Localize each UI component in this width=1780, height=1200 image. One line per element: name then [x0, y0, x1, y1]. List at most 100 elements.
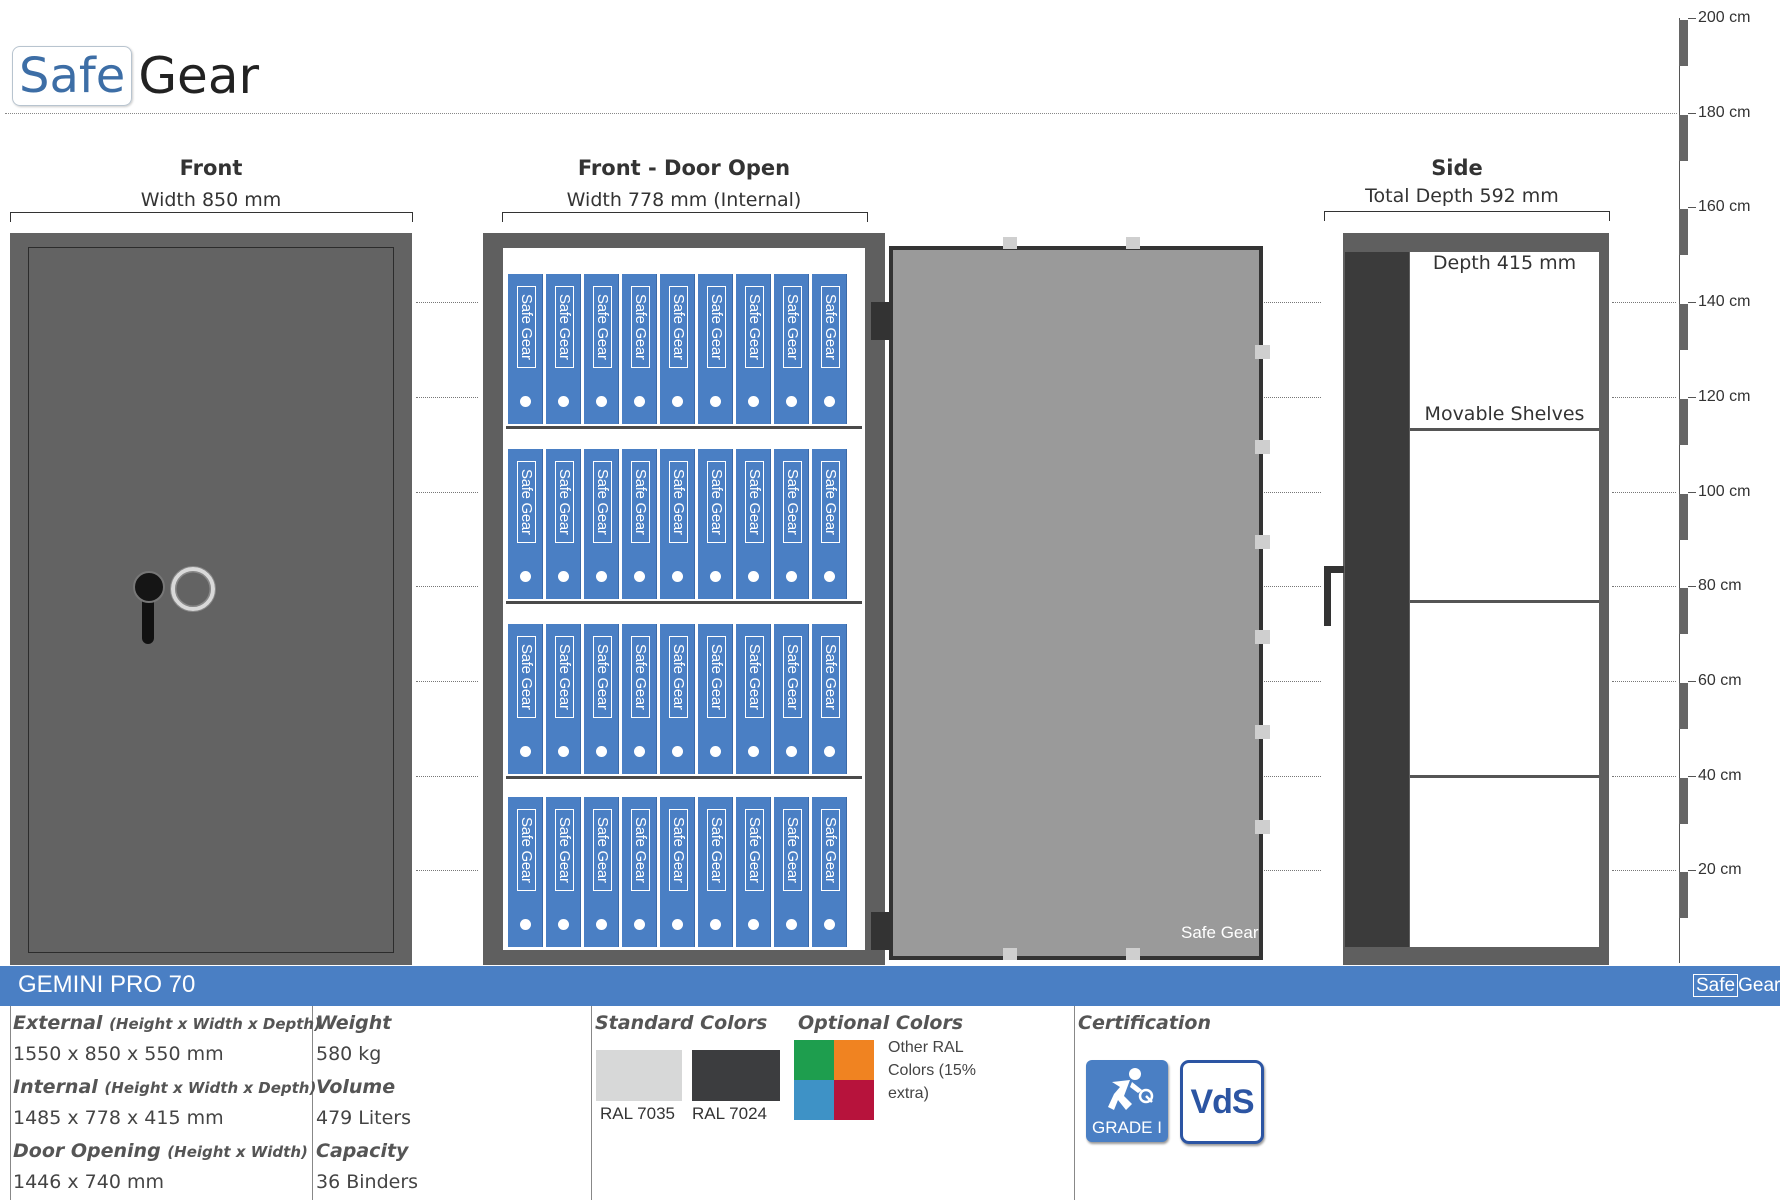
front-width-bracket [10, 212, 413, 222]
binder-label: Safe Gear [593, 461, 612, 543]
binder-hole-icon [748, 571, 759, 582]
height-guide-line [416, 491, 478, 493]
certification-label: Certification [1078, 1012, 1212, 1034]
ral7024-label: RAL 7024 [692, 1104, 767, 1123]
capacity-label: Capacity [316, 1140, 409, 1162]
binder-label: Safe Gear [631, 286, 650, 368]
binder: Safe Gear [812, 797, 847, 947]
binder-label: Safe Gear [555, 636, 574, 718]
binder: Safe Gear [774, 624, 809, 774]
binder-label: Safe Gear [631, 809, 650, 891]
binder-hole-icon [786, 571, 797, 582]
door-logo-text: Safe Gear [1181, 923, 1259, 942]
binder-label: Safe Gear [669, 461, 688, 543]
height-guide-line [416, 302, 478, 304]
binder-label-text: Safe Gear [632, 817, 649, 883]
binder-label-text: Safe Gear [594, 294, 611, 360]
binder-label: Safe Gear [593, 286, 612, 368]
optional-swatch-orange [834, 1040, 874, 1080]
ruler-tick [1688, 207, 1696, 209]
external-label-text: External [13, 1012, 103, 1034]
bolt-icon [1003, 237, 1017, 249]
binder-label: Safe Gear [669, 636, 688, 718]
ruler-tick [1688, 302, 1696, 304]
binder-hole-icon [558, 746, 569, 757]
ruler-label: 40 cm [1698, 766, 1742, 784]
binder-label-text: Safe Gear [518, 294, 535, 360]
height-guide-line [1259, 586, 1321, 588]
binder-label-text: Safe Gear [708, 469, 725, 535]
optional-swatch-blue [794, 1080, 834, 1120]
binder-label-text: Safe Gear [822, 294, 839, 360]
side-shelf [1410, 775, 1599, 778]
grade-badge: GRADE I [1086, 1060, 1168, 1142]
hinge-top-icon [871, 302, 891, 340]
open-subtitle: Width 778 mm (Internal) [566, 189, 802, 211]
binder: Safe Gear [508, 624, 543, 774]
depth-label: Depth 415 mm [1432, 252, 1577, 274]
binder-label-text: Safe Gear [784, 817, 801, 883]
ruler-label: 160 cm [1698, 198, 1751, 216]
binder-label-text: Safe Gear [594, 817, 611, 883]
height-guide-line [416, 396, 478, 398]
binder-label-text: Safe Gear [708, 294, 725, 360]
banner-logo: Safe Gear [1693, 974, 1780, 997]
ruler-segment [1679, 493, 1688, 540]
logo-safe-text: Safe [12, 46, 133, 106]
binder-hole-icon [634, 746, 645, 757]
binder-label: Safe Gear [631, 636, 650, 718]
internal-label-text: Internal [13, 1076, 98, 1098]
binder: Safe Gear [508, 274, 543, 424]
banner-logo-safe: Safe [1693, 974, 1739, 997]
standard-colors-label: Standard Colors [595, 1012, 768, 1034]
binder: Safe Gear [812, 624, 847, 774]
height-guide-line [416, 775, 478, 777]
ruler-label: 120 cm [1698, 387, 1751, 405]
binder-label: Safe Gear [555, 286, 574, 368]
lock-dial-icon [171, 567, 215, 611]
ruler-label: 20 cm [1698, 861, 1742, 879]
binder-hole-icon [520, 396, 531, 407]
height-guide-line [1612, 396, 1676, 398]
side-handle-icon [1324, 566, 1344, 573]
binder-label: Safe Gear [669, 286, 688, 368]
bolt-icon [1255, 630, 1270, 644]
side-title: Side [1431, 156, 1483, 180]
binder-label: Safe Gear [707, 636, 726, 718]
binder: Safe Gear [660, 449, 695, 599]
binder-label-text: Safe Gear [632, 644, 649, 710]
banner-logo-gear: Gear [1738, 975, 1780, 996]
ruler-label: 180 cm [1698, 103, 1751, 121]
binder: Safe Gear [584, 274, 619, 424]
binder-hole-icon [748, 746, 759, 757]
open-width-bracket [502, 212, 868, 222]
ruler-tick [1688, 491, 1696, 493]
binder-label-text: Safe Gear [556, 817, 573, 883]
binder-label: Safe Gear [745, 286, 764, 368]
side-shelf [1410, 600, 1599, 603]
binder: Safe Gear [736, 797, 771, 947]
ruler-tick [1688, 18, 1696, 19]
binder-label-text: Safe Gear [518, 644, 535, 710]
binder-hole-icon [672, 919, 683, 930]
binder-hole-icon [520, 746, 531, 757]
handle-knob-icon [133, 571, 165, 603]
grade-text: GRADE I [1092, 1118, 1162, 1137]
product-banner [0, 966, 1780, 1006]
binder-row: Safe Gear Safe Gear Safe Gear Safe Gear Safe… [508, 449, 860, 599]
door-label-text: Door Opening [13, 1140, 161, 1162]
binder: Safe Gear [622, 797, 657, 947]
vds-badge: VdS [1180, 1060, 1264, 1144]
binder-label: Safe Gear [783, 461, 802, 543]
binder: Safe Gear [698, 449, 733, 599]
product-name: GEMINI PRO 70 [18, 971, 196, 998]
bolt-icon [1126, 237, 1140, 249]
ruler-tick [1688, 775, 1696, 777]
binder-label: Safe Gear [631, 461, 650, 543]
binder-label: Safe Gear [707, 809, 726, 891]
binder: Safe Gear [660, 274, 695, 424]
binder-hole-icon [558, 571, 569, 582]
door-opening-value: 1446 x 740 mm [13, 1171, 164, 1193]
optional-colors-label: Optional Colors [798, 1012, 964, 1034]
binder: Safe Gear [546, 449, 581, 599]
